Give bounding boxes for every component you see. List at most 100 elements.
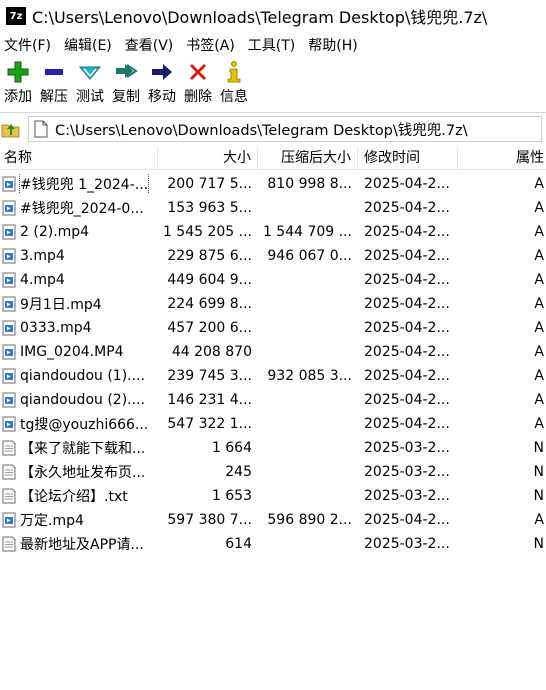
file-attributes: A: [534, 512, 544, 528]
file-name: 0333.mp4: [20, 320, 92, 336]
video-file-icon: [2, 224, 16, 240]
video-file-icon: [2, 272, 16, 288]
text-file-icon: [2, 488, 16, 504]
column-size[interactable]: 大小: [158, 145, 258, 170]
file-row[interactable]: qiandoudou (2).... 146 231 4... 2025-04-2.…: [0, 388, 546, 412]
video-file-icon: [2, 248, 16, 264]
file-row[interactable]: 【论坛介绍】.txt 1 653 2025-03-2... N: [0, 484, 546, 508]
video-file-icon: [2, 368, 16, 384]
file-attributes: N: [533, 440, 544, 456]
file-name: 9月1日.mp4: [20, 297, 102, 313]
copy-button[interactable]: 复制: [108, 58, 144, 112]
folder-up-icon: [1, 124, 20, 138]
text-file-icon: [2, 464, 16, 480]
file-row[interactable]: #钱兜兜 1_2024-... 200 717 5... 810 998 8... 2…: [0, 172, 546, 196]
file-size: 614: [225, 536, 252, 552]
file-size: 239 745 3...: [167, 368, 252, 384]
text-file-icon: [2, 536, 16, 552]
file-name-cell: qiandoudou (1)....: [0, 368, 158, 384]
file-name: tg搜@youzhi666...: [20, 417, 149, 433]
file-row[interactable]: 2 (2).mp4 1 545 205 ... 1 544 709 ... 2025-…: [0, 220, 546, 244]
file-size: 153 963 5...: [167, 200, 252, 216]
info-button[interactable]: 信息: [216, 58, 252, 112]
file-row[interactable]: 最新地址及APP请... 614 2025-03-2... N: [0, 532, 546, 556]
file-name-cell: 2 (2).mp4: [0, 224, 158, 240]
file-name: 4.mp4: [20, 272, 65, 288]
file-row[interactable]: 0333.mp4 457 200 6... 2025-04-2... A: [0, 316, 546, 340]
menu-edit[interactable]: 编辑(E): [60, 35, 116, 55]
copy-label: 复制: [112, 89, 140, 105]
file-row[interactable]: qiandoudou (1).... 239 745 3... 932 085 3.…: [0, 364, 546, 388]
column-headers: 名称 大小 压缩后大小 修改时间 属性: [0, 145, 546, 170]
column-name[interactable]: 名称: [0, 145, 158, 170]
file-name-cell: 3.mp4: [0, 248, 158, 264]
file-attributes: A: [534, 344, 544, 360]
file-row[interactable]: IMG_0204.MP4 44 208 870 2025-04-2... A: [0, 340, 546, 364]
file-modified: 2025-04-2...: [364, 344, 450, 360]
file-row[interactable]: #钱兜兜_2024-0... 153 963 5... 2025-04-2... A: [0, 196, 546, 220]
file-modified: 2025-04-2...: [364, 416, 450, 432]
info-label: 信息: [220, 89, 248, 105]
check-arrow-icon: [78, 58, 102, 86]
file-row[interactable]: 4.mp4 449 604 9... 2025-04-2... A: [0, 268, 546, 292]
file-modified: 2025-04-2...: [364, 512, 450, 528]
arrow-right-icon: [150, 58, 174, 86]
file-attributes: A: [534, 272, 544, 288]
file-modified: 2025-04-2...: [364, 368, 450, 384]
column-packed-size[interactable]: 压缩后大小: [258, 145, 358, 170]
file-packed-size: 932 085 3...: [267, 368, 352, 384]
file-attributes: A: [534, 392, 544, 408]
move-label: 移动: [148, 89, 176, 105]
file-packed-size: 946 067 0...: [267, 248, 352, 264]
extract-label: 解压: [40, 89, 68, 105]
file-attributes: A: [534, 416, 544, 432]
file-name: IMG_0204.MP4: [20, 344, 124, 360]
extract-button[interactable]: 解压: [36, 58, 72, 112]
double-arrow-icon: [114, 58, 138, 86]
file-row[interactable]: tg搜@youzhi666... 547 322 1... 2025-04-2...…: [0, 412, 546, 436]
file-name-cell: 万定.mp4: [0, 510, 158, 530]
file-attributes: A: [534, 296, 544, 312]
file-row[interactable]: 【永久地址发布页... 245 2025-03-2... N: [0, 460, 546, 484]
window-title: C:\Users\Lenovo\Downloads\Telegram Deskt…: [32, 8, 488, 27]
file-name: #钱兜兜_2024-0...: [20, 201, 144, 217]
file-row[interactable]: 万定.mp4 597 380 7... 596 890 2... 2025-04-2.…: [0, 508, 546, 532]
file-name-cell: #钱兜兜_2024-0...: [0, 198, 158, 218]
file-name-cell: IMG_0204.MP4: [0, 344, 158, 360]
file-row[interactable]: 9月1日.mp4 224 699 8... 2025-04-2... A: [0, 292, 546, 316]
address-bar: C:\Users\Lenovo\Downloads\Telegram Deskt…: [0, 114, 546, 144]
file-name-cell: 0333.mp4: [0, 320, 158, 336]
file-modified: 2025-03-2...: [364, 488, 450, 504]
menu-tools[interactable]: 工具(T): [244, 35, 299, 55]
column-attributes[interactable]: 属性: [458, 146, 546, 170]
file-size: 1 545 205 ...: [162, 224, 252, 240]
menu-view[interactable]: 查看(V): [121, 35, 178, 55]
file-name: 【论坛介绍】.txt: [20, 489, 128, 505]
x-icon: [187, 58, 209, 86]
file-name-cell: 4.mp4: [0, 272, 158, 288]
file-name-cell: 【来了就能下载和...: [0, 438, 158, 458]
column-modified[interactable]: 修改时间: [358, 145, 458, 170]
move-button[interactable]: 移动: [144, 58, 180, 112]
test-button[interactable]: 测试: [72, 58, 108, 112]
file-packed-size: 596 890 2...: [267, 512, 352, 528]
file-attributes: N: [533, 488, 544, 504]
toolbar: 添加 解压 测试 复制 移动 删除 信息: [0, 58, 546, 112]
delete-button[interactable]: 删除: [180, 58, 216, 112]
file-size: 449 604 9...: [167, 272, 252, 288]
file-size: 457 200 6...: [167, 320, 252, 336]
menu-help[interactable]: 帮助(H): [304, 35, 361, 55]
folder-up-button[interactable]: [0, 118, 22, 140]
add-label: 添加: [4, 89, 32, 105]
menu-bookmarks[interactable]: 书签(A): [182, 35, 239, 55]
file-row[interactable]: 3.mp4 229 875 6... 946 067 0... 2025-04-2..…: [0, 244, 546, 268]
add-button[interactable]: 添加: [0, 58, 36, 112]
file-row[interactable]: 【来了就能下载和... 1 664 2025-03-2... N: [0, 436, 546, 460]
file-attributes: N: [533, 536, 544, 552]
file-size: 146 231 4...: [167, 392, 252, 408]
address-value: C:\Users\Lenovo\Downloads\Telegram Deskt…: [55, 122, 468, 139]
menu-file[interactable]: 文件(F): [0, 35, 55, 55]
file-modified: 2025-03-2...: [364, 536, 450, 552]
video-file-icon: [2, 344, 16, 360]
address-input[interactable]: C:\Users\Lenovo\Downloads\Telegram Deskt…: [28, 116, 542, 142]
